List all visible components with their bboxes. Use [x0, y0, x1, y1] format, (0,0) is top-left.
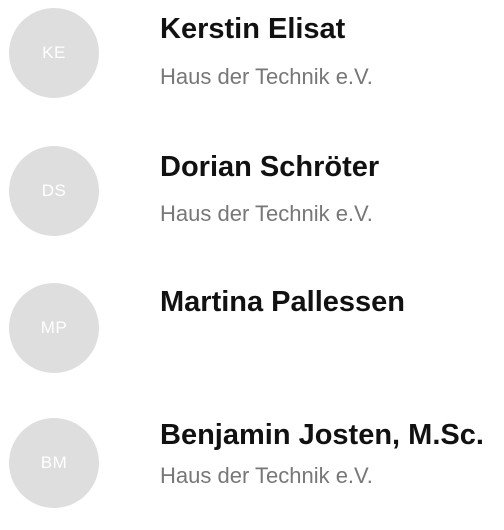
- contact-name: Martina Pallessen: [160, 286, 405, 318]
- avatar: MP: [9, 283, 99, 373]
- contact-item-benjamin-josten[interactable]: BM Benjamin Josten, M.Sc. Haus der Techn…: [0, 410, 504, 530]
- contact-name: Kerstin Elisat: [160, 13, 346, 45]
- contact-list: KE Kerstin Elisat Haus der Technik e.V. …: [0, 0, 504, 508]
- contact-item-kerstin-elisat[interactable]: KE Kerstin Elisat Haus der Technik e.V.: [0, 0, 504, 120]
- avatar: KE: [9, 8, 99, 98]
- avatar: BM: [9, 418, 99, 508]
- contact-organization: Haus der Technik e.V.: [160, 463, 373, 488]
- contact-organization: Haus der Technik e.V.: [160, 64, 373, 89]
- contact-name: Benjamin Josten, M.Sc.: [160, 419, 484, 451]
- avatar: DS: [9, 146, 99, 236]
- contact-item-martina-pallessen[interactable]: MP Martina Pallessen: [0, 275, 504, 395]
- contact-name: Dorian Schröter: [160, 151, 380, 183]
- contact-item-dorian-schroter[interactable]: DS Dorian Schröter Haus der Technik e.V.: [0, 140, 504, 260]
- contact-organization: Haus der Technik e.V.: [160, 201, 373, 226]
